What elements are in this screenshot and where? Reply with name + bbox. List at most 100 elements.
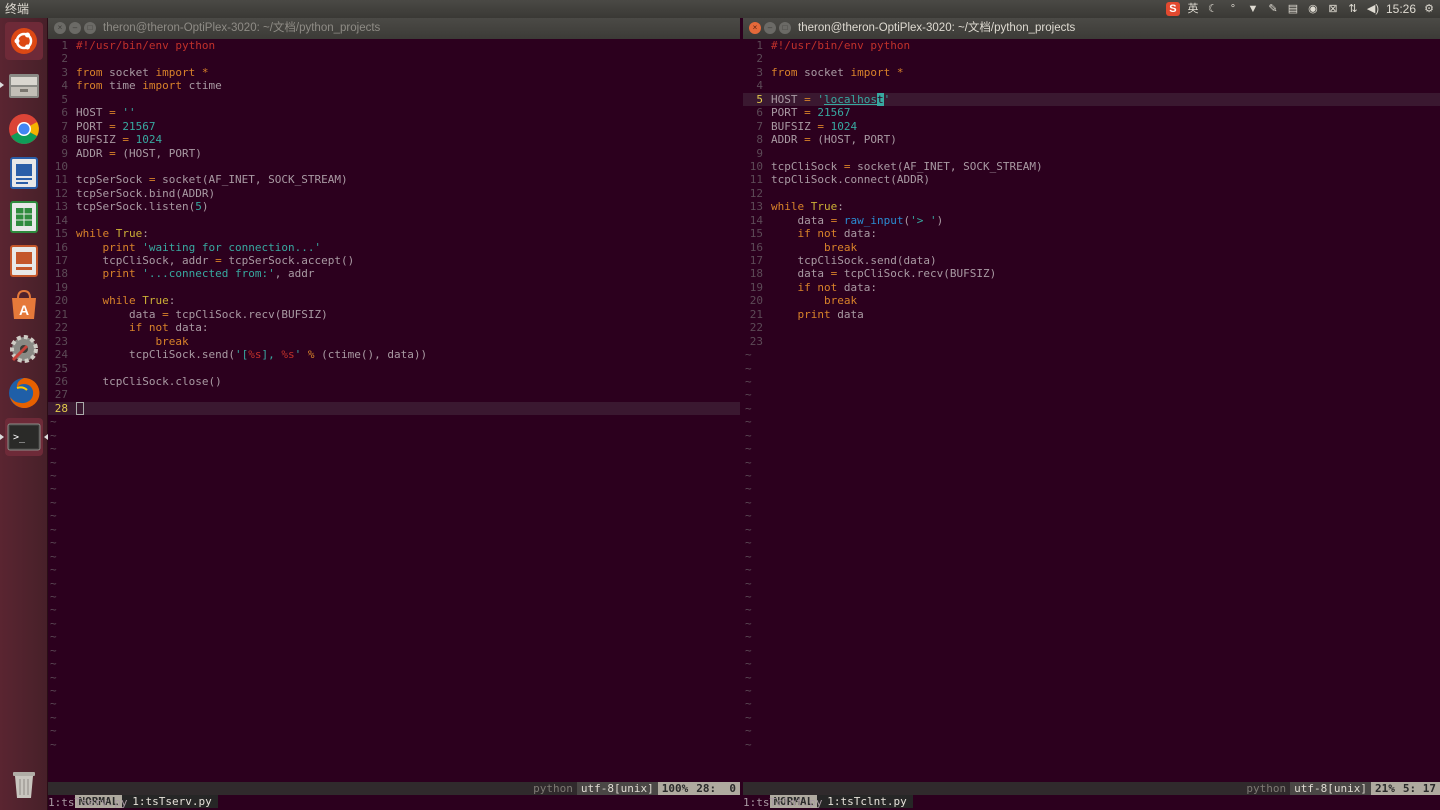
software-center-icon[interactable]: A [5,286,43,324]
code-line[interactable]: 17 tcpCliSock.send(data) [743,254,1440,267]
code-line[interactable]: 7 BUFSIZ = 1024 [743,120,1440,133]
empty-buffer-line[interactable]: ~ [743,590,1440,603]
code-line[interactable]: 24 tcpCliSock.send('[%s], %s' % (ctime()… [48,348,740,361]
empty-buffer-line[interactable]: ~ [48,469,740,482]
empty-buffer-line[interactable]: ~ [743,375,1440,388]
maximize-window-icon[interactable]: □ [779,22,791,34]
code-line[interactable]: 8 BUFSIZ = 1024 [48,133,740,146]
code-line[interactable]: 3 from socket import * [743,66,1440,79]
code-line[interactable]: 5 HOST = 'localhost' [743,92,1440,107]
libreoffice-calc-icon[interactable] [5,198,43,236]
empty-buffer-line[interactable]: ~ [743,657,1440,670]
empty-buffer-line[interactable]: ~ [48,415,740,428]
vim-cmdline[interactable]: 1:tsTserv.py [48,796,740,809]
code-line[interactable]: 23 [743,335,1440,348]
code-line[interactable]: 27 [48,388,740,401]
code-line[interactable]: 15 if not data: [743,227,1440,240]
transfer-arrows-icon[interactable]: ⇅ [1346,2,1360,16]
code-line[interactable]: 18 data = tcpCliSock.recv(BUFSIZ) [743,267,1440,280]
empty-buffer-line[interactable]: ~ [743,617,1440,630]
empty-buffer-line[interactable]: ~ [48,657,740,670]
maximize-window-icon[interactable]: □ [84,22,96,34]
code-line[interactable]: 12 [743,187,1440,200]
empty-buffer-line[interactable]: ~ [743,415,1440,428]
terminal-window-right[interactable]: × – □ theron@theron-OptiPlex-3020: ~/文档/… [743,18,1440,810]
empty-buffer-line[interactable]: ~ [48,496,740,509]
empty-buffer-line[interactable]: ~ [48,550,740,563]
empty-buffer-line[interactable]: ~ [743,644,1440,657]
code-line[interactable]: 7 PORT = 21567 [48,120,740,133]
empty-buffer-line[interactable]: ~ [48,482,740,495]
shirt-icon[interactable]: ▼ [1246,2,1260,16]
input-language-indicator[interactable]: 英 [1186,2,1200,16]
system-settings-icon[interactable] [5,330,43,368]
empty-buffer-line[interactable]: ~ [48,724,740,737]
window-titlebar[interactable]: × – □ theron@theron-OptiPlex-3020: ~/文档/… [48,18,740,39]
empty-buffer-line[interactable]: ~ [743,630,1440,643]
close-window-icon[interactable]: × [749,22,761,34]
empty-buffer-line[interactable]: ~ [743,348,1440,361]
code-line[interactable]: 23 break [48,335,740,348]
empty-buffer-line[interactable]: ~ [48,509,740,522]
empty-buffer-line[interactable]: ~ [743,496,1440,509]
punctuation-icon[interactable]: ° [1226,2,1240,16]
code-line[interactable]: 6 HOST = '' [48,106,740,119]
empty-buffer-line[interactable]: ~ [743,362,1440,375]
empty-buffer-line[interactable]: ~ [743,536,1440,549]
minimize-window-icon[interactable]: – [764,22,776,34]
empty-buffer-line[interactable]: ~ [48,536,740,549]
code-line[interactable]: 5 [48,93,740,106]
code-line[interactable]: 19 [48,281,740,294]
empty-buffer-line[interactable]: ~ [48,563,740,576]
empty-buffer-line[interactable]: ~ [743,577,1440,590]
empty-buffer-line[interactable]: ~ [743,724,1440,737]
code-line[interactable]: 22 if not data: [48,321,740,334]
empty-buffer-line[interactable]: ~ [48,429,740,442]
ubuntu-dash-icon[interactable] [5,22,43,60]
empty-buffer-line[interactable]: ~ [743,738,1440,751]
empty-buffer-line[interactable]: ~ [743,603,1440,616]
code-line[interactable]: 19 if not data: [743,281,1440,294]
code-line[interactable]: 11 tcpSerSock = socket(AF_INET, SOCK_STRE… [48,173,740,186]
code-line[interactable]: 1 #!/usr/bin/env python [48,39,740,52]
empty-buffer-line[interactable]: ~ [743,402,1440,415]
code-line[interactable]: 20 while True: [48,294,740,307]
empty-buffer-line[interactable]: ~ [743,550,1440,563]
empty-buffer-line[interactable]: ~ [48,711,740,724]
empty-buffer-line[interactable]: ~ [48,590,740,603]
empty-buffer-line[interactable]: ~ [48,671,740,684]
minimize-window-icon[interactable]: – [69,22,81,34]
empty-buffer-line[interactable]: ~ [743,671,1440,684]
code-line[interactable]: 25 [48,362,740,375]
empty-buffer-line[interactable]: ~ [48,617,740,630]
empty-buffer-line[interactable]: ~ [743,429,1440,442]
code-line[interactable]: 4 [743,79,1440,92]
clock[interactable]: 15:26 [1386,0,1416,18]
keyboard-icon[interactable]: ▤ [1286,2,1300,16]
code-line[interactable]: 6 PORT = 21567 [743,106,1440,119]
empty-buffer-line[interactable]: ~ [48,630,740,643]
empty-buffer-line[interactable]: ~ [743,684,1440,697]
code-line[interactable]: 11 tcpCliSock.connect(ADDR) [743,173,1440,186]
code-line[interactable]: 2 [48,52,740,65]
empty-buffer-line[interactable]: ~ [743,697,1440,710]
files-icon[interactable] [0,66,43,104]
code-line[interactable]: 18 print '...connected from:', addr [48,267,740,280]
terminal-icon[interactable]: >_ [0,418,48,456]
firefox-icon[interactable] [5,374,43,412]
empty-buffer-line[interactable]: ~ [48,684,740,697]
empty-buffer-line[interactable]: ~ [743,469,1440,482]
code-line[interactable]: 16 break [743,241,1440,254]
empty-buffer-line[interactable]: ~ [48,738,740,751]
code-line[interactable]: 28 [48,401,740,416]
code-line[interactable]: 2 [743,52,1440,65]
libreoffice-writer-icon[interactable] [5,154,43,192]
network-error-icon[interactable]: ⊠ [1326,2,1340,16]
wrench-icon[interactable]: ✎ [1266,2,1280,16]
vim-cmdline[interactable]: 1:tsTclnt.py [743,796,1440,809]
vim-editor[interactable]: 1 #!/usr/bin/env python 2 3 from socket impo… [48,39,740,779]
empty-buffer-line[interactable]: ~ [48,442,740,455]
code-line[interactable]: 16 print 'waiting for connection...' [48,241,740,254]
sogou-input-icon[interactable]: S [1165,2,1180,16]
code-line[interactable]: 1 #!/usr/bin/env python [743,39,1440,52]
